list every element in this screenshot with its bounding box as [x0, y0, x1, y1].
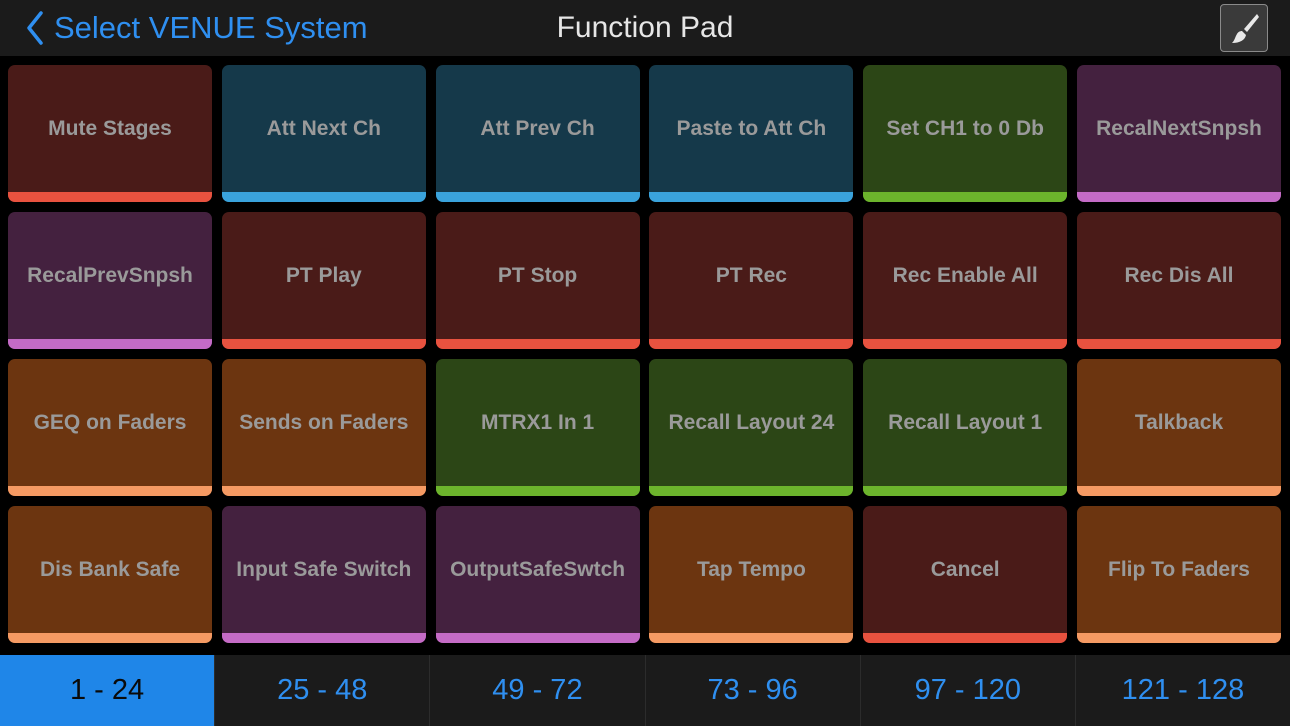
- function-pad[interactable]: Tap Tempo: [649, 506, 854, 643]
- bank-tab[interactable]: 1 - 24: [0, 655, 215, 726]
- function-pad[interactable]: PT Play: [221, 212, 426, 349]
- function-pad-grid: Mute Stages Att Next Ch Att Prev Ch Paste t…: [8, 65, 1281, 643]
- function-pad[interactable]: Att Prev Ch: [435, 65, 640, 202]
- function-pad-label: Set CH1 to 0 Db: [886, 116, 1044, 140]
- function-pad[interactable]: PT Rec: [649, 212, 854, 349]
- bank-tab[interactable]: 25 - 48: [214, 655, 429, 726]
- function-pad-label: Rec Enable All: [892, 263, 1038, 287]
- function-pad[interactable]: Paste to Att Ch: [649, 65, 854, 202]
- function-pad-label: RecalPrevSnpsh: [27, 263, 193, 287]
- function-pad[interactable]: Rec Dis All: [1076, 212, 1281, 349]
- function-pad[interactable]: Mute Stages: [8, 65, 212, 202]
- function-pad[interactable]: MTRX1 In 1: [435, 359, 640, 496]
- chevron-left-icon: [27, 11, 43, 45]
- function-pad-label: Cancel: [930, 557, 1000, 581]
- function-pad[interactable]: Cancel: [863, 506, 1068, 643]
- function-pad[interactable]: PT Stop: [435, 212, 640, 349]
- function-pad[interactable]: Set CH1 to 0 Db: [863, 65, 1068, 202]
- function-pad-label: MTRX1 In 1: [481, 410, 595, 434]
- function-pad[interactable]: GEQ on Faders: [8, 359, 212, 496]
- function-pad-label: Recall Layout 24: [668, 410, 835, 434]
- edit-button[interactable]: [1220, 4, 1268, 52]
- function-pad[interactable]: Input Safe Switch: [221, 506, 426, 643]
- function-pad-label: Rec Dis All: [1124, 263, 1234, 287]
- function-pad[interactable]: RecalNextSnpsh: [1076, 65, 1281, 202]
- function-pad-label: Recall Layout 1: [888, 410, 1043, 434]
- function-pad[interactable]: Rec Enable All: [863, 212, 1068, 349]
- function-pad-label: Att Prev Ch: [480, 116, 595, 140]
- function-pad[interactable]: Dis Bank Safe: [8, 506, 212, 643]
- bank-tab[interactable]: 49 - 72: [429, 655, 644, 726]
- function-pad-label: Talkback: [1134, 410, 1224, 434]
- bank-tabs: 1 - 24 25 - 48 49 - 72 73 - 96 97 - 120 121 -…: [0, 655, 1290, 726]
- function-pad[interactable]: Talkback: [1076, 359, 1281, 496]
- function-pad-label: OutputSafeSwtch: [450, 557, 626, 581]
- function-pad-label: RecalNextSnpsh: [1096, 116, 1262, 140]
- bank-tab[interactable]: 73 - 96: [644, 655, 860, 726]
- bank-tab[interactable]: 121 - 128: [1074, 655, 1290, 726]
- function-pad[interactable]: Recall Layout 24: [649, 359, 854, 496]
- function-pad[interactable]: Sends on Faders: [221, 359, 426, 496]
- bank-tab[interactable]: 97 - 120: [859, 655, 1075, 726]
- function-pad[interactable]: Att Next Ch: [221, 65, 426, 202]
- function-pad[interactable]: Recall Layout 1: [863, 359, 1068, 496]
- function-pad-label: PT Play: [285, 263, 362, 287]
- function-pad-label: Dis Bank Safe: [39, 557, 181, 581]
- function-pad-label: PT Rec: [715, 263, 787, 287]
- function-pad-label: Sends on Faders: [239, 410, 409, 434]
- function-pad-label: Paste to Att Ch: [676, 116, 827, 140]
- function-pad-label: Input Safe Switch: [236, 557, 412, 581]
- function-pad-label: Mute Stages: [48, 116, 172, 140]
- back-button[interactable]: Select VENUE System: [26, 8, 368, 48]
- function-pad-label: Flip To Faders: [1108, 557, 1250, 581]
- function-pad-label: Att Next Ch: [266, 116, 381, 140]
- function-pad[interactable]: OutputSafeSwtch: [435, 506, 640, 643]
- function-pad-label: PT Stop: [497, 263, 578, 287]
- function-pad-label: Tap Tempo: [696, 557, 806, 581]
- function-pad-label: GEQ on Faders: [33, 410, 187, 434]
- paintbrush-icon: [1232, 14, 1259, 43]
- header-bar: Select VENUE System Function Pad: [0, 0, 1290, 56]
- function-pad[interactable]: RecalPrevSnpsh: [8, 212, 212, 349]
- function-pad[interactable]: Flip To Faders: [1076, 506, 1281, 643]
- back-label: Select VENUE System: [54, 10, 368, 45]
- function-pad-screen: Select VENUE System Function Pad Mute St…: [0, 0, 1290, 726]
